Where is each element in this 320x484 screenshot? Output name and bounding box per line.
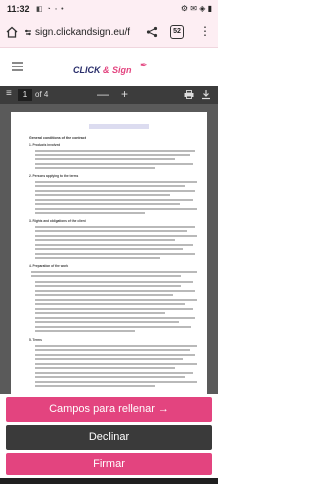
hamburger-menu-icon[interactable] [12, 62, 23, 71]
text-line [35, 230, 187, 232]
text-line [35, 349, 190, 351]
text-line [35, 199, 193, 201]
text-line [35, 376, 185, 378]
browser-url-bar: sign.clickandsign.eu/f 52 ⋮ [0, 18, 218, 48]
text-line [35, 212, 145, 214]
text-line [35, 248, 183, 250]
text-line [35, 185, 185, 187]
text-line [35, 385, 155, 387]
text-line [35, 326, 191, 328]
text-line [35, 257, 160, 259]
text-line [35, 150, 195, 152]
navigation-gesture-bar [0, 478, 218, 484]
decline-button[interactable]: Declinar [6, 425, 212, 450]
zoom-in-button[interactable]: + [121, 87, 128, 101]
notification-icons: ◧ ◔ ◦ • [36, 6, 65, 13]
text-line [35, 345, 197, 347]
pen-nib-icon: ✒ [140, 60, 148, 70]
text-line [35, 330, 135, 332]
print-icon[interactable] [184, 90, 194, 99]
pdf-outline-menu-icon[interactable]: ≡ [6, 89, 12, 99]
text-line [35, 167, 155, 169]
text-line [35, 203, 180, 205]
text-line [35, 381, 197, 383]
brand-ampersand: & [100, 65, 113, 75]
text-line [35, 317, 195, 319]
document-section-title: 3. Rights and obligations of the client [29, 219, 86, 223]
document-heading: General conditions of the contract [29, 136, 86, 140]
document-section-title: 5. Terms [29, 338, 42, 342]
text-line [35, 235, 197, 237]
text-line [35, 303, 185, 305]
text-line [35, 308, 193, 310]
text-line [35, 253, 195, 255]
document-section-title: 1. Products involved [29, 143, 61, 147]
text-line [35, 181, 197, 183]
zoom-out-button[interactable]: — [97, 87, 109, 101]
text-line [35, 208, 197, 210]
fields-to-fill-button[interactable]: Campos para rellenar → [6, 397, 212, 422]
text-line [35, 354, 195, 356]
text-line [35, 321, 179, 323]
text-line [35, 367, 175, 369]
url-field[interactable]: sign.clickandsign.eu/f [35, 27, 131, 38]
text-line [35, 372, 193, 374]
text-line [35, 154, 190, 156]
text-line [35, 294, 173, 296]
site-info-icon[interactable] [24, 28, 32, 38]
app-header: CLICK & Sign ✒ [0, 48, 218, 82]
status-time: 11:32 [7, 4, 30, 14]
sign-button[interactable]: Firmar [6, 453, 212, 475]
text-line [35, 226, 195, 228]
page-count-label: of 4 [35, 90, 49, 99]
tab-switcher-button[interactable]: 52 [170, 25, 184, 39]
text-line [31, 271, 197, 273]
text-line [35, 312, 165, 314]
share-icon[interactable] [146, 26, 158, 38]
document-section-title: 2. Persons applying to the terms [29, 174, 79, 178]
pdf-viewer[interactable]: General conditions of the contract 1. Pr… [0, 104, 218, 394]
document-logo-placeholder [89, 124, 149, 129]
text-line [35, 299, 197, 301]
system-status-icons: ⚙ ✉ ◈ ▮ [180, 4, 212, 13]
document-section-title: 4. Preparation of the work [29, 264, 69, 268]
text-line [35, 158, 175, 160]
home-icon[interactable] [6, 26, 18, 38]
status-bar: 11:32 ◧ ◔ ◦ • ⚙ ✉ ◈ ▮ [0, 0, 218, 18]
text-line [35, 239, 175, 241]
text-line [35, 190, 195, 192]
browser-menu-icon[interactable]: ⋮ [199, 25, 211, 37]
download-icon[interactable] [201, 89, 211, 100]
text-line [35, 163, 193, 165]
brand-word-click: CLICK [73, 65, 101, 75]
brand-word-sign: Sign [112, 65, 132, 75]
page-number-input[interactable]: 1 [18, 89, 32, 101]
text-line [31, 275, 181, 277]
text-line [35, 290, 195, 292]
text-line [35, 194, 170, 196]
text-line [35, 358, 183, 360]
text-line [35, 244, 193, 246]
pdf-page: General conditions of the contract 1. Pr… [11, 112, 207, 394]
text-line [35, 363, 197, 365]
text-line [35, 281, 193, 283]
pdf-toolbar: ≡ 1 of 4 — + [0, 86, 218, 104]
text-line [35, 285, 181, 287]
brand-logo: CLICK & Sign [73, 65, 132, 75]
